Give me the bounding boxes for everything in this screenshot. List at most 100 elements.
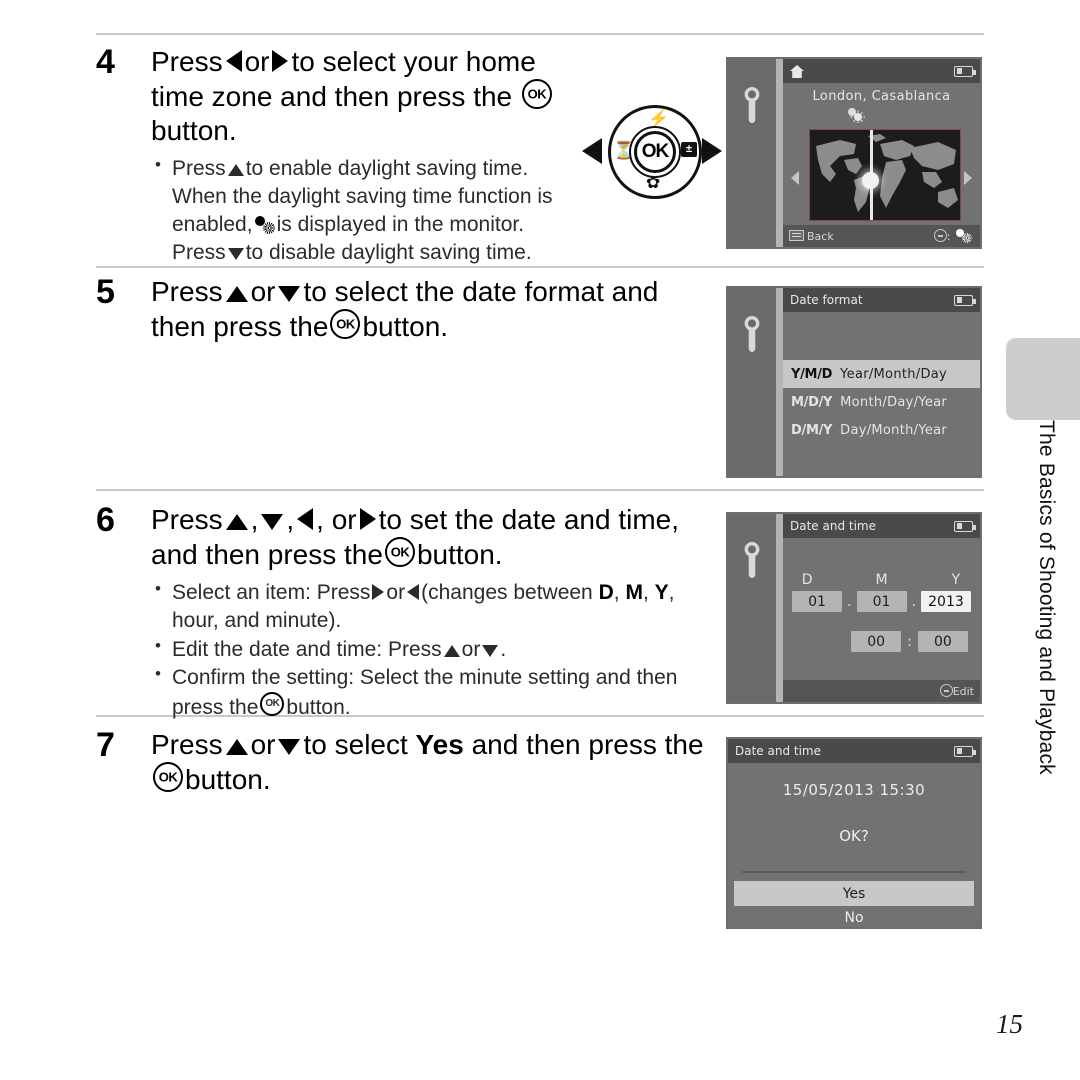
- section-divider-top: [96, 33, 984, 35]
- bullet-text-b: to enable daylight saving time.: [245, 157, 529, 181]
- step-4-text-1: Press: [151, 46, 223, 77]
- label-month: M: [875, 572, 888, 588]
- multi-selector-icon: [933, 229, 947, 242]
- screen-content: 15/05/2013 15:30 OK? Yes No: [728, 763, 980, 927]
- screen-scroll-indicator: [776, 288, 783, 476]
- bullet-text-b: or: [461, 637, 481, 661]
- step-6-bullet-1: Select an item: Pressor(changes between …: [151, 578, 706, 634]
- hour-field[interactable]: 00: [851, 631, 902, 652]
- step-6-bullet-3: Confirm the setting: Select the minute s…: [151, 663, 706, 721]
- step-6-bullet-2: Edit the date and time: Press or.: [151, 635, 706, 664]
- menu-button-icon: [789, 229, 804, 241]
- date-fields-row: 01 . 01 . 2013: [783, 591, 980, 612]
- bullet-text-e: is displayed in the monitor.: [276, 212, 525, 236]
- screen-scroll-indicator: [776, 59, 783, 247]
- screen-titlebar: Date and time: [783, 514, 980, 538]
- step-4-text-4: time zone and then press the: [151, 81, 513, 113]
- daylight-saving-icon: [254, 215, 275, 234]
- date-format-option-ymd[interactable]: Y/M/D Year/Month/Day: [783, 360, 980, 388]
- bullet-text-a: Select an item: Press: [172, 581, 371, 605]
- step-6-text-3: ,: [286, 504, 295, 535]
- screen-title: Date format: [790, 293, 863, 307]
- step-6-title: Press,, , or to set the date and time, and…: [151, 503, 706, 572]
- step-6-text-2: ,: [250, 504, 259, 535]
- screen-content: D M Y 01 . 01 . 2013 00 : 00: [783, 538, 980, 702]
- multi-selector-icon: [939, 684, 953, 697]
- date-separator: .: [911, 593, 916, 610]
- map-arrow-right-icon[interactable]: [964, 171, 972, 185]
- multi-selector-diagram: ⚡ ⏳ ± ✿ OK: [580, 100, 722, 210]
- arrow-right-icon: [359, 508, 376, 530]
- ok-button-icon: OK: [330, 309, 361, 340]
- screen-titlebar: Date format: [783, 288, 980, 312]
- step-5-number: 5: [96, 273, 115, 311]
- wrench-icon: [741, 542, 763, 578]
- wrench-icon: [741, 87, 763, 123]
- step-5-text-3: to select the date format and: [303, 276, 659, 307]
- time-fields-row: 00 : 00: [783, 631, 980, 652]
- confirm-yes-button[interactable]: Yes: [734, 881, 974, 906]
- arrow-up-icon: [227, 164, 244, 177]
- arrow-right-icon: [372, 584, 385, 601]
- minute-field[interactable]: 00: [917, 631, 968, 652]
- bullet-text-b: press the: [172, 696, 259, 720]
- step-6-text-1: Press: [151, 504, 223, 535]
- step-4-text-2: or: [244, 46, 270, 77]
- bullet-text-j: hour, and minute).: [172, 609, 342, 633]
- day-field[interactable]: 01: [792, 591, 843, 612]
- step-7-title: Press or to select Yes and then press the …: [151, 728, 706, 797]
- step-7-text-5: and then press the: [471, 729, 704, 760]
- step-5-text-2: or: [250, 276, 276, 307]
- ok-button-label: OK: [390, 544, 410, 560]
- step-6-text-7: button.: [416, 539, 503, 571]
- month-field[interactable]: 01: [856, 591, 907, 612]
- ok-button-label: OK: [336, 316, 355, 332]
- screen-titlebar: [783, 59, 980, 83]
- arrow-down-icon: [227, 247, 244, 260]
- daylight-saving-icon: [956, 229, 972, 243]
- bullet-text-b: or: [386, 581, 406, 605]
- step-7-text-1: Press: [151, 729, 223, 760]
- back-control[interactable]: Back: [789, 229, 834, 243]
- time-separator: :: [907, 633, 912, 650]
- step-5-text-1: Press: [151, 276, 223, 307]
- year-field[interactable]: 2013: [920, 591, 971, 612]
- edit-control[interactable]: Edit: [939, 684, 974, 698]
- step-4-bullets: Press to enable daylight saving time. Whe…: [151, 154, 566, 266]
- arrow-up-icon: [225, 739, 248, 755]
- ok-button-icon: OK: [153, 762, 183, 793]
- arrow-down-icon: [278, 739, 301, 755]
- time-zone-marker: [862, 172, 879, 189]
- ok-button-label: OK: [158, 769, 178, 785]
- step-4-text-3: to select your home: [291, 46, 536, 77]
- step-5-text-5: button.: [362, 311, 449, 343]
- bullet-text-a: Press: [172, 157, 226, 181]
- back-label: Back: [807, 229, 834, 243]
- arrow-up-icon: [443, 644, 460, 657]
- bullet-text-a: Edit the date and time: Press: [172, 637, 442, 661]
- home-icon: [790, 64, 804, 78]
- screen-content: Y/M/D Year/Month/Day M/D/Y Month/Day/Year …: [783, 312, 980, 476]
- date-format-option-dmy[interactable]: D/M/Y Day/Month/Year: [783, 416, 980, 444]
- comma-2: ,: [642, 581, 649, 605]
- comma-1: ,: [613, 581, 620, 605]
- bullet-text-a: Confirm the setting: Select the minute s…: [172, 666, 678, 690]
- map-arrow-left-icon[interactable]: [791, 171, 799, 185]
- ok-button-icon: OK: [521, 79, 552, 110]
- screen-title: Date and time: [735, 744, 821, 758]
- date-format-code: M/D/Y: [791, 394, 833, 410]
- confirm-divider: [742, 871, 966, 873]
- step-7-number: 7: [96, 726, 115, 764]
- date-format-label: Day/Month/Year: [840, 422, 948, 438]
- comma-3: ,: [668, 581, 675, 605]
- wrench-icon: [741, 316, 763, 352]
- label-day: D: [801, 572, 813, 588]
- step-4-title: Press or to select your home time zone and…: [151, 45, 566, 148]
- screen-time-zone: London, Casablanca Back:: [726, 57, 982, 249]
- step-6-bullets: Select an item: Pressor(changes between …: [151, 578, 706, 722]
- chapter-tab-label: The Basics of Shooting and Playback: [1035, 420, 1058, 775]
- date-format-option-mdy[interactable]: M/D/Y Month/Day/Year: [783, 388, 980, 416]
- arrow-up-icon: [225, 514, 248, 530]
- manual-page: The Basics of Shooting and Playback 4 Pr…: [0, 0, 1080, 1080]
- confirm-no-button[interactable]: No: [728, 910, 980, 926]
